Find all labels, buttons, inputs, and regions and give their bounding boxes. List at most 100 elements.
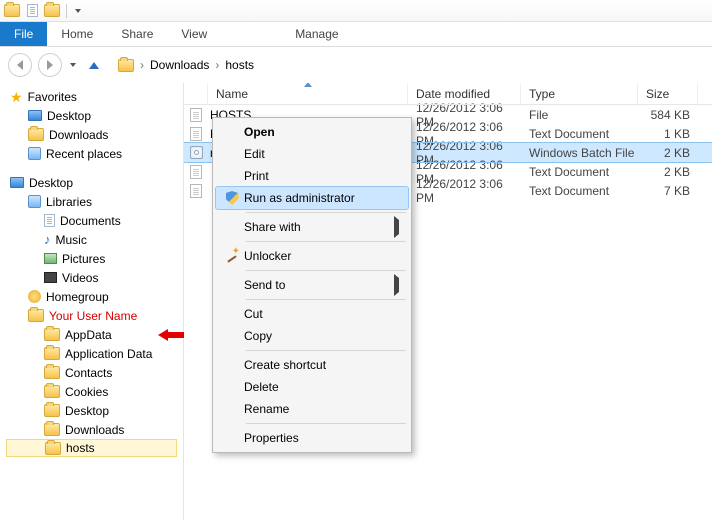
- file-type: Text Document: [521, 165, 638, 179]
- tree-fav-downloads[interactable]: Downloads: [6, 125, 183, 144]
- desktop-icon: [28, 110, 42, 121]
- col-type[interactable]: Type: [521, 83, 638, 104]
- tree-lib-music[interactable]: ♪Music: [6, 230, 183, 249]
- tree-lib-documents[interactable]: Documents: [6, 211, 183, 230]
- nav-tree: ★Favorites Desktop Downloads Recent plac…: [0, 83, 184, 520]
- desktop-icon: [10, 177, 24, 188]
- chevron-right-icon: [394, 274, 399, 296]
- homegroup-icon: [28, 290, 41, 303]
- ctx-create-shortcut[interactable]: Create shortcut: [216, 354, 408, 376]
- column-headers: Name Date modified Type Size: [184, 83, 712, 105]
- tree-user-appdata[interactable]: AppData: [6, 325, 183, 344]
- ctx-edit[interactable]: Edit: [216, 143, 408, 165]
- ctx-cut[interactable]: Cut: [216, 303, 408, 325]
- shield-icon: [226, 191, 239, 205]
- file-icon: [190, 146, 203, 159]
- star-icon: ★: [10, 90, 23, 104]
- ctx-separator: [246, 299, 406, 300]
- tree-lib-pictures[interactable]: Pictures: [6, 249, 183, 268]
- ctx-run-admin[interactable]: Run as administrator: [216, 187, 408, 209]
- tree-lib-videos[interactable]: Videos: [6, 268, 183, 287]
- annotation-arrow-icon: [158, 329, 184, 341]
- ctx-properties[interactable]: Properties: [216, 427, 408, 449]
- breadcrumb[interactable]: › Downloads › hosts: [112, 56, 260, 74]
- file-size: 2 KB: [638, 165, 698, 179]
- tab-share[interactable]: Share: [107, 22, 167, 46]
- ribbon: File Home Share View Manage: [0, 22, 712, 47]
- file-type: Text Document: [521, 184, 638, 198]
- tree-libraries[interactable]: Libraries: [6, 192, 183, 211]
- videos-icon: [44, 272, 57, 283]
- folder-icon: [118, 59, 134, 72]
- ctx-print[interactable]: Print: [216, 165, 408, 187]
- tree-user-contacts[interactable]: Contacts: [6, 363, 183, 382]
- ctx-separator: [246, 423, 406, 424]
- folder-icon: [28, 128, 44, 141]
- tree-user-desktop[interactable]: Desktop: [6, 401, 183, 420]
- tree-homegroup[interactable]: Homegroup: [6, 287, 183, 306]
- recent-icon: [28, 147, 41, 160]
- context-menu: Open Edit Print Run as administrator Sha…: [212, 117, 412, 453]
- ctx-separator: [246, 350, 406, 351]
- ctx-send-to[interactable]: Send to: [216, 274, 408, 296]
- wand-icon: [225, 249, 239, 263]
- libraries-icon: [28, 195, 41, 208]
- sort-asc-icon: [304, 83, 312, 87]
- title-bar: [0, 0, 712, 22]
- music-icon: ♪: [44, 232, 51, 247]
- tab-manage[interactable]: Manage: [281, 22, 352, 46]
- file-icon: [190, 165, 202, 179]
- folder-icon: [44, 366, 60, 379]
- ctx-copy[interactable]: Copy: [216, 325, 408, 347]
- new-folder-qat-icon[interactable]: [44, 3, 60, 19]
- ctx-share-with[interactable]: Share with: [216, 216, 408, 238]
- tab-home[interactable]: Home: [47, 22, 107, 46]
- col-date[interactable]: Date modified: [408, 83, 521, 104]
- chevron-right-icon: ›: [138, 58, 146, 72]
- tree-fav-desktop[interactable]: Desktop: [6, 106, 183, 125]
- chevron-right-icon: [394, 216, 399, 238]
- file-size: 584 KB: [638, 108, 698, 122]
- nav-up-button[interactable]: [82, 53, 106, 77]
- tree-user-applicationdata[interactable]: Application Data: [6, 344, 183, 363]
- ctx-separator: [246, 212, 406, 213]
- breadcrumb-parent[interactable]: Downloads: [150, 58, 209, 72]
- arrow-right-icon: [47, 60, 53, 70]
- pictures-icon: [44, 253, 57, 264]
- file-date: 12/26/2012 3:06 PM: [408, 177, 521, 205]
- folder-icon: [44, 385, 60, 398]
- file-size: 2 KB: [638, 146, 698, 160]
- folder-icon: [44, 404, 60, 417]
- tab-view[interactable]: View: [167, 22, 221, 46]
- tree-fav-recent[interactable]: Recent places: [6, 144, 183, 163]
- properties-qat-icon[interactable]: [24, 3, 40, 19]
- file-type: Text Document: [521, 127, 638, 141]
- folder-icon: [44, 423, 60, 436]
- tree-user[interactable]: Your User Name: [6, 306, 183, 325]
- tree-desktop-root[interactable]: Desktop: [6, 173, 183, 192]
- tab-file[interactable]: File: [0, 22, 47, 46]
- documents-icon: [44, 214, 55, 227]
- tree-user-cookies[interactable]: Cookies: [6, 382, 183, 401]
- file-icon: [190, 108, 202, 122]
- qat-more-icon[interactable]: [75, 9, 81, 13]
- qat-divider: [66, 4, 67, 18]
- nav-history-dropdown[interactable]: [70, 63, 76, 67]
- breadcrumb-current[interactable]: hosts: [225, 58, 254, 72]
- ctx-unlocker[interactable]: Unlocker: [216, 245, 408, 267]
- chevron-right-icon: ›: [213, 58, 221, 72]
- user-folder-icon: [28, 309, 44, 322]
- tree-favorites[interactable]: ★Favorites: [6, 87, 183, 106]
- file-size: 7 KB: [638, 184, 698, 198]
- col-size[interactable]: Size: [638, 83, 698, 104]
- nav-back-button[interactable]: [8, 53, 32, 77]
- nav-forward-button[interactable]: [38, 53, 62, 77]
- ctx-rename[interactable]: Rename: [216, 398, 408, 420]
- folder-icon: [45, 442, 61, 455]
- file-size: 1 KB: [638, 127, 698, 141]
- tree-user-downloads[interactable]: Downloads: [6, 420, 183, 439]
- ctx-open[interactable]: Open: [216, 121, 408, 143]
- ctx-delete[interactable]: Delete: [216, 376, 408, 398]
- tree-user-hosts[interactable]: hosts: [6, 439, 177, 457]
- arrow-up-icon: [89, 62, 99, 69]
